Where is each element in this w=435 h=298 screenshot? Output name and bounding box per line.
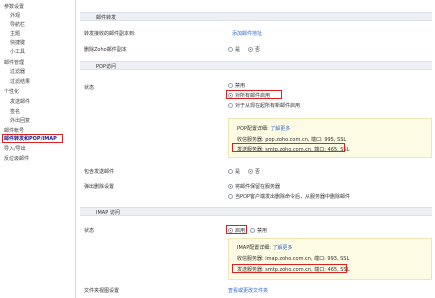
popup-keep-option[interactable]: 将邮件保留在服务器 — [228, 183, 280, 190]
pop-section-header: POP访问 — [80, 61, 432, 70]
sidebar-item-filter-results[interactable]: 过滤结果 — [10, 79, 30, 86]
include-sent-no-option[interactable]: 否 — [248, 168, 260, 175]
radio-icon[interactable] — [250, 228, 255, 233]
sidebar-item-widgets[interactable]: 小工具 — [10, 49, 25, 56]
delete-copy-label: 删除Zoho邮件副本 — [84, 47, 127, 53]
imap-config-box: IMAP配置详细: 了解更多 收信服务器: imap.zoho.com.cn, … — [228, 238, 432, 280]
imap-section-header: IMAP 访问 — [80, 207, 432, 216]
radio-selected-icon[interactable] — [248, 169, 253, 174]
sidebar-item-signature[interactable]: 签名 — [10, 109, 20, 116]
imap-config-title: IMAP配置详细: 了解更多 — [237, 245, 293, 251]
sidebar-item-theme[interactable]: 主题 — [10, 31, 20, 38]
forwarding-section-header: 邮件转发 — [80, 12, 432, 21]
imap-section-title: IMAP 访问 — [96, 210, 120, 216]
sidebar-item-shortcuts[interactable]: 快捷键 — [10, 40, 25, 47]
radio-icon[interactable] — [228, 169, 233, 174]
imap-disable-option[interactable]: 禁用 — [250, 227, 267, 234]
radio-selected-icon[interactable] — [228, 184, 233, 189]
imap-status-label: 状态 — [84, 228, 95, 234]
sidebar-item-preferences[interactable]: 参数设置 — [4, 4, 24, 11]
forward-copy-label: 转发接收的邮件副本到: — [84, 31, 136, 37]
delete-copy-yes-option[interactable]: 是 — [228, 46, 240, 53]
sidebar-item-filters[interactable]: 过滤器 — [10, 69, 25, 76]
add-forward-address-link[interactable]: 添加邮件地址 — [232, 30, 262, 37]
pop-disable-option[interactable]: 禁用 — [228, 82, 245, 89]
sidebar-highlight-box — [2, 134, 63, 143]
imap-enable-highlight-box — [226, 225, 247, 234]
forwarding-section-title: 邮件转发 — [96, 15, 117, 21]
pop-enable-highlight-box — [226, 90, 282, 99]
sidebar-item-mail-management[interactable]: 邮件管理 — [4, 60, 24, 67]
pop-status-label: 状态 — [84, 85, 95, 91]
sidebar-item-compose[interactable]: 发送邮件 — [10, 99, 30, 106]
radio-icon[interactable] — [228, 47, 233, 52]
pop-outgoing-highlight-box — [232, 143, 345, 152]
sidebar-item-appearance[interactable]: 外观 — [10, 13, 20, 20]
folder-view-link[interactable]: 查看或更改文件夹 — [228, 287, 268, 294]
radio-icon[interactable] — [228, 103, 233, 108]
include-sent-label: 包含发送邮件 — [84, 169, 115, 175]
sidebar-item-anti-spam[interactable]: 反垃圾邮件 — [4, 156, 29, 163]
sidebar-item-personalize[interactable]: 个性化 — [4, 89, 19, 96]
popup-delete-label: 弹出删除设置 — [84, 184, 115, 190]
imap-incoming-server: 收信服务器: imap.zoho.com.cn, 端口: 993, SSL — [237, 256, 350, 262]
delete-copy-no-option[interactable]: 否 — [248, 46, 260, 53]
sidebar-item-vacation-reply[interactable]: 外出回复 — [10, 118, 30, 125]
imap-outgoing-highlight-box — [232, 264, 347, 273]
pop-section-title: POP访问 — [96, 64, 116, 70]
settings-main: 邮件转发 转发接收的邮件副本到: 添加邮件地址 删除Zoho邮件副本 是 否 P… — [80, 0, 435, 298]
folder-view-label: 文件夹视图设置 — [84, 288, 120, 294]
radio-icon[interactable] — [228, 83, 233, 88]
pop-enable-new-option[interactable]: 对于从现在起所有新邮件启用 — [228, 102, 300, 109]
pop-learn-more-link[interactable]: 了解更多 — [270, 126, 290, 132]
settings-sidebar: 参数设置 外观 导航栏 主题 快捷键 小工具 邮件管理 过滤器 过滤结果 个性化… — [0, 0, 76, 298]
imap-learn-more-link[interactable]: 了解更多 — [273, 245, 293, 251]
sidebar-item-navbar[interactable]: 导航栏 — [10, 22, 25, 29]
pop-config-title: POP配置详细: 了解更多 — [237, 126, 291, 132]
pop-config-box: POP配置详细: 了解更多 收信服务器: pop.zoho.com.cn, 端口… — [228, 118, 432, 158]
popup-delete-option[interactable]: 当POP客户端发出删除命令后，从服务器中删除邮件 — [228, 193, 350, 200]
include-sent-yes-option[interactable]: 是 — [228, 168, 240, 175]
pop-incoming-server: 收信服务器: pop.zoho.com.cn, 端口: 995, SSL — [237, 137, 347, 143]
radio-selected-icon[interactable] — [248, 47, 253, 52]
radio-icon[interactable] — [228, 194, 233, 199]
sidebar-item-import-export[interactable]: 导入/导出 — [4, 146, 26, 153]
